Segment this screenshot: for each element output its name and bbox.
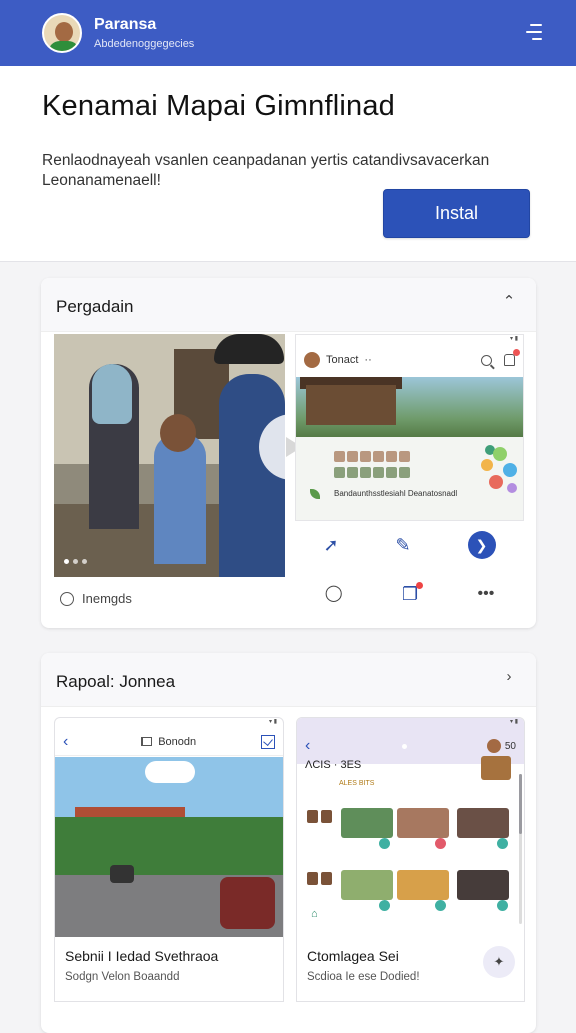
avatar [321, 872, 332, 885]
photo-hat [214, 334, 284, 364]
item-title: Sebnii I Iedad Svethraoa [65, 948, 219, 964]
item-subtitle: Scdioa Ie ese Dodied! [307, 971, 420, 983]
carousel-dots[interactable] [64, 559, 87, 564]
back-icon[interactable]: ‹ [305, 737, 310, 755]
photo-tile[interactable] [341, 808, 393, 838]
grid-icon [141, 737, 153, 746]
app-name: Paransa [94, 16, 157, 33]
gallery-title: Pergadain [56, 297, 134, 316]
comment-icon[interactable]: ◯ [325, 586, 343, 602]
avatar [321, 810, 332, 823]
home-icon[interactable]: ⌂ [311, 908, 318, 920]
tile-badge [379, 838, 390, 849]
photo-tile[interactable] [341, 870, 393, 900]
hero-section: Kenamai Mapai Gimnflinad Renlaodnayeah v… [0, 66, 576, 262]
video-label-row[interactable]: Inemgds [60, 591, 132, 606]
more-icon[interactable]: ••• [477, 586, 494, 602]
app-avatar[interactable] [42, 13, 82, 53]
tile-badge [435, 838, 446, 849]
status-bar: ▾ ▮ [269, 719, 277, 725]
avatar-shirt [48, 41, 80, 51]
photo-child-head [160, 414, 196, 452]
photo-tile[interactable] [457, 870, 509, 900]
screenshot-app-label: Tonact [326, 354, 359, 366]
video-label: Inemgds [82, 591, 132, 606]
back-icon[interactable]: ‹ [63, 733, 68, 751]
leaf-icon [310, 489, 320, 499]
related-header[interactable]: Rapoal: Jonnea › [41, 653, 536, 707]
search-icon [481, 354, 492, 366]
indicator-dot [402, 743, 408, 749]
photo-hijab [92, 364, 132, 424]
screenshot-topbar: Tonact ·· [296, 345, 523, 375]
chevron-up-icon[interactable]: ⌃ [502, 294, 516, 309]
mini-avatar [486, 739, 501, 753]
copy-icon[interactable]: ❐ [402, 582, 424, 603]
app-bar: Paransa Abdedenoggegecies [0, 0, 576, 66]
item-title: Ctomlagea Sei [307, 948, 399, 964]
item-subtitle: Sodgn Velon Boaandd [65, 971, 180, 983]
related-card: Rapoal: Jonnea › ▾ ▮ ‹ Bonodn Sebnii I I… [41, 653, 536, 1033]
status-bar: ▾ ▮ [297, 718, 524, 728]
page-title: Kenamai Mapai Gimnflinad [42, 90, 395, 122]
install-button[interactable]: Instal [383, 189, 530, 238]
related-title: Rapoal: Jonnea [56, 672, 176, 691]
tile-badge [379, 900, 390, 911]
gallery-card: Pergadain ⌃ Inemgds ▾ ▮ Tonact ·· Bandau… [41, 278, 536, 628]
edit-icon[interactable]: ✎ [396, 536, 411, 554]
street-photo [55, 757, 283, 937]
photo-child [154, 434, 206, 564]
video-thumbnail[interactable] [54, 334, 285, 577]
circle-icon [60, 591, 74, 606]
tile-badge [497, 838, 508, 849]
scrollbar[interactable] [519, 774, 522, 924]
app-titles: Paransa Abdedenoggegecies [94, 16, 194, 50]
color-cluster-graphic [479, 445, 521, 501]
screenshot-panel-text: Bandaunthsstlesiahl Deanatosnadl [334, 489, 458, 498]
screenshot-panel: Bandaunthsstlesiahl Deanatosnadl [296, 437, 523, 520]
share-icon[interactable]: ✦ [483, 946, 515, 978]
tile-badge [435, 900, 446, 911]
menu-icon[interactable] [526, 24, 542, 40]
avatar-face [55, 22, 73, 42]
panel-nav: ‹ Bonodn [55, 728, 283, 756]
status-bar: ▾ ▮ [510, 336, 518, 342]
panel-heading: ΛCIS · 3ES [305, 759, 362, 771]
screenshot-preview[interactable]: ▾ ▮ Tonact ·· Bandaunthsstlesiahl Deanat… [295, 334, 524, 521]
screenshot-actions-row: ➚ ✎ ❯ [295, 525, 524, 565]
checkbox-icon[interactable] [260, 734, 275, 749]
app-subtitle: Abdedenoggegecies [94, 38, 195, 50]
avatar [307, 872, 318, 885]
related-item[interactable]: ▾ ▮ ‹ 50 ΛCIS · 3ES ALES BITS ⌂ Ctomlage… [296, 717, 525, 1002]
photo-tile[interactable] [457, 808, 509, 838]
panel-photo [481, 756, 511, 780]
tile-badge [497, 900, 508, 911]
chevron-right-icon[interactable]: › [502, 669, 516, 684]
screenshot-scene [296, 377, 523, 437]
app-description: Renlaodnayeah vsanlen ceanpadanan yertis… [42, 152, 490, 189]
gallery-header[interactable]: Pergadain ⌃ [41, 278, 536, 332]
panel-nav-label: Bonodn [158, 735, 197, 748]
panel-heading-sub: ALES BITS [339, 780, 375, 787]
avatar [307, 810, 318, 823]
next-icon[interactable]: ❯ [467, 531, 496, 559]
share-arrow-icon[interactable]: ➚ [323, 536, 338, 554]
panel-badge-number: 50 [504, 740, 516, 752]
secondary-actions-row: ◯ ❐ ••• [295, 574, 524, 614]
mini-avatar [304, 352, 320, 368]
photo-tile[interactable] [397, 870, 449, 900]
photo-tile[interactable] [397, 808, 449, 838]
notification-icon [504, 349, 520, 366]
related-item[interactable]: ▾ ▮ ‹ Bonodn Sebnii I Iedad Svethraoa So… [54, 717, 284, 1002]
